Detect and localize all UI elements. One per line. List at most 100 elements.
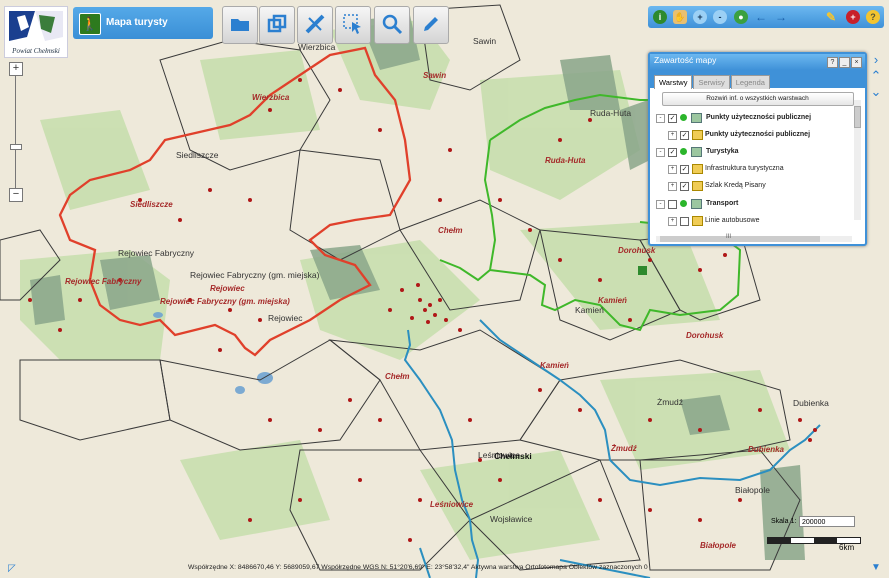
tab-legenda[interactable]: Legenda bbox=[730, 75, 770, 89]
zoom-out-button[interactable]: − bbox=[9, 188, 23, 202]
measure-icon bbox=[305, 14, 325, 34]
zoom-thumb[interactable] bbox=[10, 144, 22, 150]
expand-icon[interactable]: + bbox=[668, 182, 677, 191]
layer-checkbox[interactable]: ✓ bbox=[668, 148, 677, 157]
map-label: Siedliszcze bbox=[176, 150, 219, 160]
question-icon[interactable]: ? bbox=[866, 10, 880, 24]
layer-checkbox[interactable]: ✓ bbox=[680, 182, 689, 191]
panel-nav-arrows: › ⌃ ⌄ bbox=[868, 52, 884, 100]
zoom-slider[interactable]: + − bbox=[9, 62, 23, 202]
chevron-down-icon[interactable]: ⌄ bbox=[868, 84, 884, 100]
folder-icon bbox=[692, 181, 703, 191]
status-bar: Współrzędne X: 8486670,46 Y: 5689059,67 … bbox=[0, 563, 889, 578]
collapse-icon[interactable]: - bbox=[656, 114, 665, 123]
map-label: Sawin bbox=[423, 71, 446, 80]
layer-tree: - ✓ Punkty użyteczności publicznej + ✓ P… bbox=[650, 109, 865, 233]
open-folder-button[interactable] bbox=[222, 6, 258, 44]
map-label: Rejowiec Fabryczny (gm. miejska) bbox=[160, 297, 290, 306]
forward-icon[interactable]: → bbox=[774, 10, 788, 24]
minimize-icon[interactable]: _ bbox=[839, 57, 850, 68]
hscrollbar-thumb[interactable] bbox=[660, 236, 820, 242]
map-label: Chełm bbox=[438, 226, 462, 235]
layer-row[interactable]: - Transport bbox=[650, 197, 850, 211]
folder-icon bbox=[231, 19, 249, 31]
help-tools-icon[interactable]: ✎ bbox=[824, 10, 838, 24]
folder-icon bbox=[692, 130, 703, 140]
help-icon[interactable]: ? bbox=[827, 57, 838, 68]
expand-icon[interactable]: + bbox=[668, 131, 677, 140]
expand-icon[interactable]: + bbox=[668, 165, 677, 174]
chevron-down-icon[interactable]: ▼ bbox=[871, 562, 881, 573]
map-label: Chełm bbox=[385, 372, 409, 381]
chevron-right-icon[interactable]: › bbox=[868, 52, 884, 68]
map-label: Rejowiec bbox=[268, 313, 303, 323]
map-label: Żmudź bbox=[657, 397, 683, 407]
layer-group-icon bbox=[691, 147, 702, 157]
windows-button[interactable] bbox=[259, 6, 295, 44]
scale-input[interactable]: 200000 bbox=[799, 516, 855, 527]
layer-row[interactable]: - ✓ Punkty użyteczności publicznej bbox=[650, 111, 850, 125]
status-dot-icon bbox=[680, 200, 687, 207]
chevron-up-icon[interactable]: ⌃ bbox=[868, 68, 884, 84]
zoom-out-icon[interactable]: - bbox=[713, 10, 727, 24]
map-label: Ruda-Huta bbox=[590, 108, 631, 118]
layer-checkbox[interactable]: ✓ bbox=[668, 114, 677, 123]
globe-icon[interactable]: ● bbox=[734, 10, 748, 24]
map-label: Żmudź bbox=[610, 444, 638, 453]
right-toolbar: i ✋ + - ● ← → ✎ + ? bbox=[648, 6, 884, 28]
layer-label: Punkty użyteczności publicznej bbox=[705, 131, 811, 138]
map-label: Leśniowice bbox=[430, 500, 474, 509]
expand-all-layers-button[interactable]: Rozwiń inf. o wszystkich warstwach bbox=[661, 92, 854, 106]
folder-icon bbox=[692, 164, 703, 174]
layer-row[interactable]: - ✓ Turystyka bbox=[650, 145, 850, 159]
layer-row[interactable]: + Linie autobusowe bbox=[650, 214, 850, 228]
tab-warstwy[interactable]: Warstwy bbox=[654, 75, 693, 89]
map-label: Białopole bbox=[700, 541, 737, 550]
info-icon[interactable]: i bbox=[653, 10, 667, 24]
back-icon[interactable]: ← bbox=[754, 10, 768, 24]
hand-icon[interactable]: ✋ bbox=[673, 10, 687, 24]
zoom-in-button[interactable]: + bbox=[9, 62, 23, 76]
scrollbar-thumb[interactable] bbox=[854, 106, 861, 128]
panel-scrollbar[interactable] bbox=[854, 100, 861, 220]
tab-serwisy[interactable]: Serwisy bbox=[693, 75, 730, 89]
collapse-icon[interactable]: - bbox=[656, 148, 665, 157]
layer-label: Szlak Kredą Pisany bbox=[705, 182, 766, 189]
panel-hscrollbar[interactable]: III bbox=[656, 234, 852, 242]
measure-button[interactable] bbox=[297, 6, 333, 44]
edit-button[interactable] bbox=[413, 6, 449, 44]
layer-checkbox[interactable]: ✓ bbox=[680, 165, 689, 174]
layer-row[interactable]: + ✓ Infrastruktura turystyczna bbox=[650, 162, 850, 176]
layer-checkbox[interactable] bbox=[668, 200, 677, 209]
collapse-icon[interactable]: - bbox=[656, 200, 665, 209]
panel-tabs: Warstwy Serwisy Legenda bbox=[650, 70, 865, 89]
expand-icon[interactable]: + bbox=[668, 217, 677, 226]
status-dot-icon bbox=[680, 148, 687, 155]
map-label: Rejowiec Fabryczny (gm. miejska) bbox=[190, 270, 320, 280]
map-label: Wierzbica bbox=[252, 93, 290, 102]
search-button[interactable] bbox=[374, 6, 410, 44]
scale-control: Skala 1: 200000 6km bbox=[765, 515, 865, 559]
close-icon[interactable]: × bbox=[851, 57, 862, 68]
zoom-in-icon[interactable]: + bbox=[693, 10, 707, 24]
logo[interactable]: Powiat Chełmski bbox=[4, 6, 68, 58]
flag-icon[interactable]: + bbox=[846, 10, 860, 24]
layer-checkbox[interactable]: ✓ bbox=[680, 131, 689, 140]
layer-row[interactable]: + ✓ Punkty użyteczności publicznej bbox=[650, 128, 850, 142]
layer-checkbox[interactable] bbox=[680, 217, 689, 226]
windows-icon bbox=[267, 14, 287, 33]
app-title: Mapa turysty bbox=[106, 17, 168, 28]
app-titlebar: 🚶 Mapa turysty bbox=[73, 7, 213, 39]
select-icon bbox=[343, 14, 361, 34]
layer-group-icon bbox=[691, 199, 702, 209]
logo-text: Powiat Chełmski bbox=[12, 47, 60, 55]
select-button[interactable] bbox=[335, 6, 371, 44]
map-label: Kamień bbox=[598, 296, 627, 305]
zoom-track[interactable] bbox=[15, 76, 16, 192]
layer-row[interactable]: + ✓ Szlak Kredą Pisany bbox=[650, 179, 850, 193]
layer-group-icon bbox=[691, 113, 702, 123]
map-label: Dubienka bbox=[748, 445, 785, 454]
map-label: Dorohusk bbox=[686, 331, 724, 340]
map-contents-panel: Zawartość mapy ? _ × Warstwy Serwisy Legenda… bbox=[648, 52, 867, 246]
hiker-icon: 🚶 bbox=[79, 13, 101, 35]
